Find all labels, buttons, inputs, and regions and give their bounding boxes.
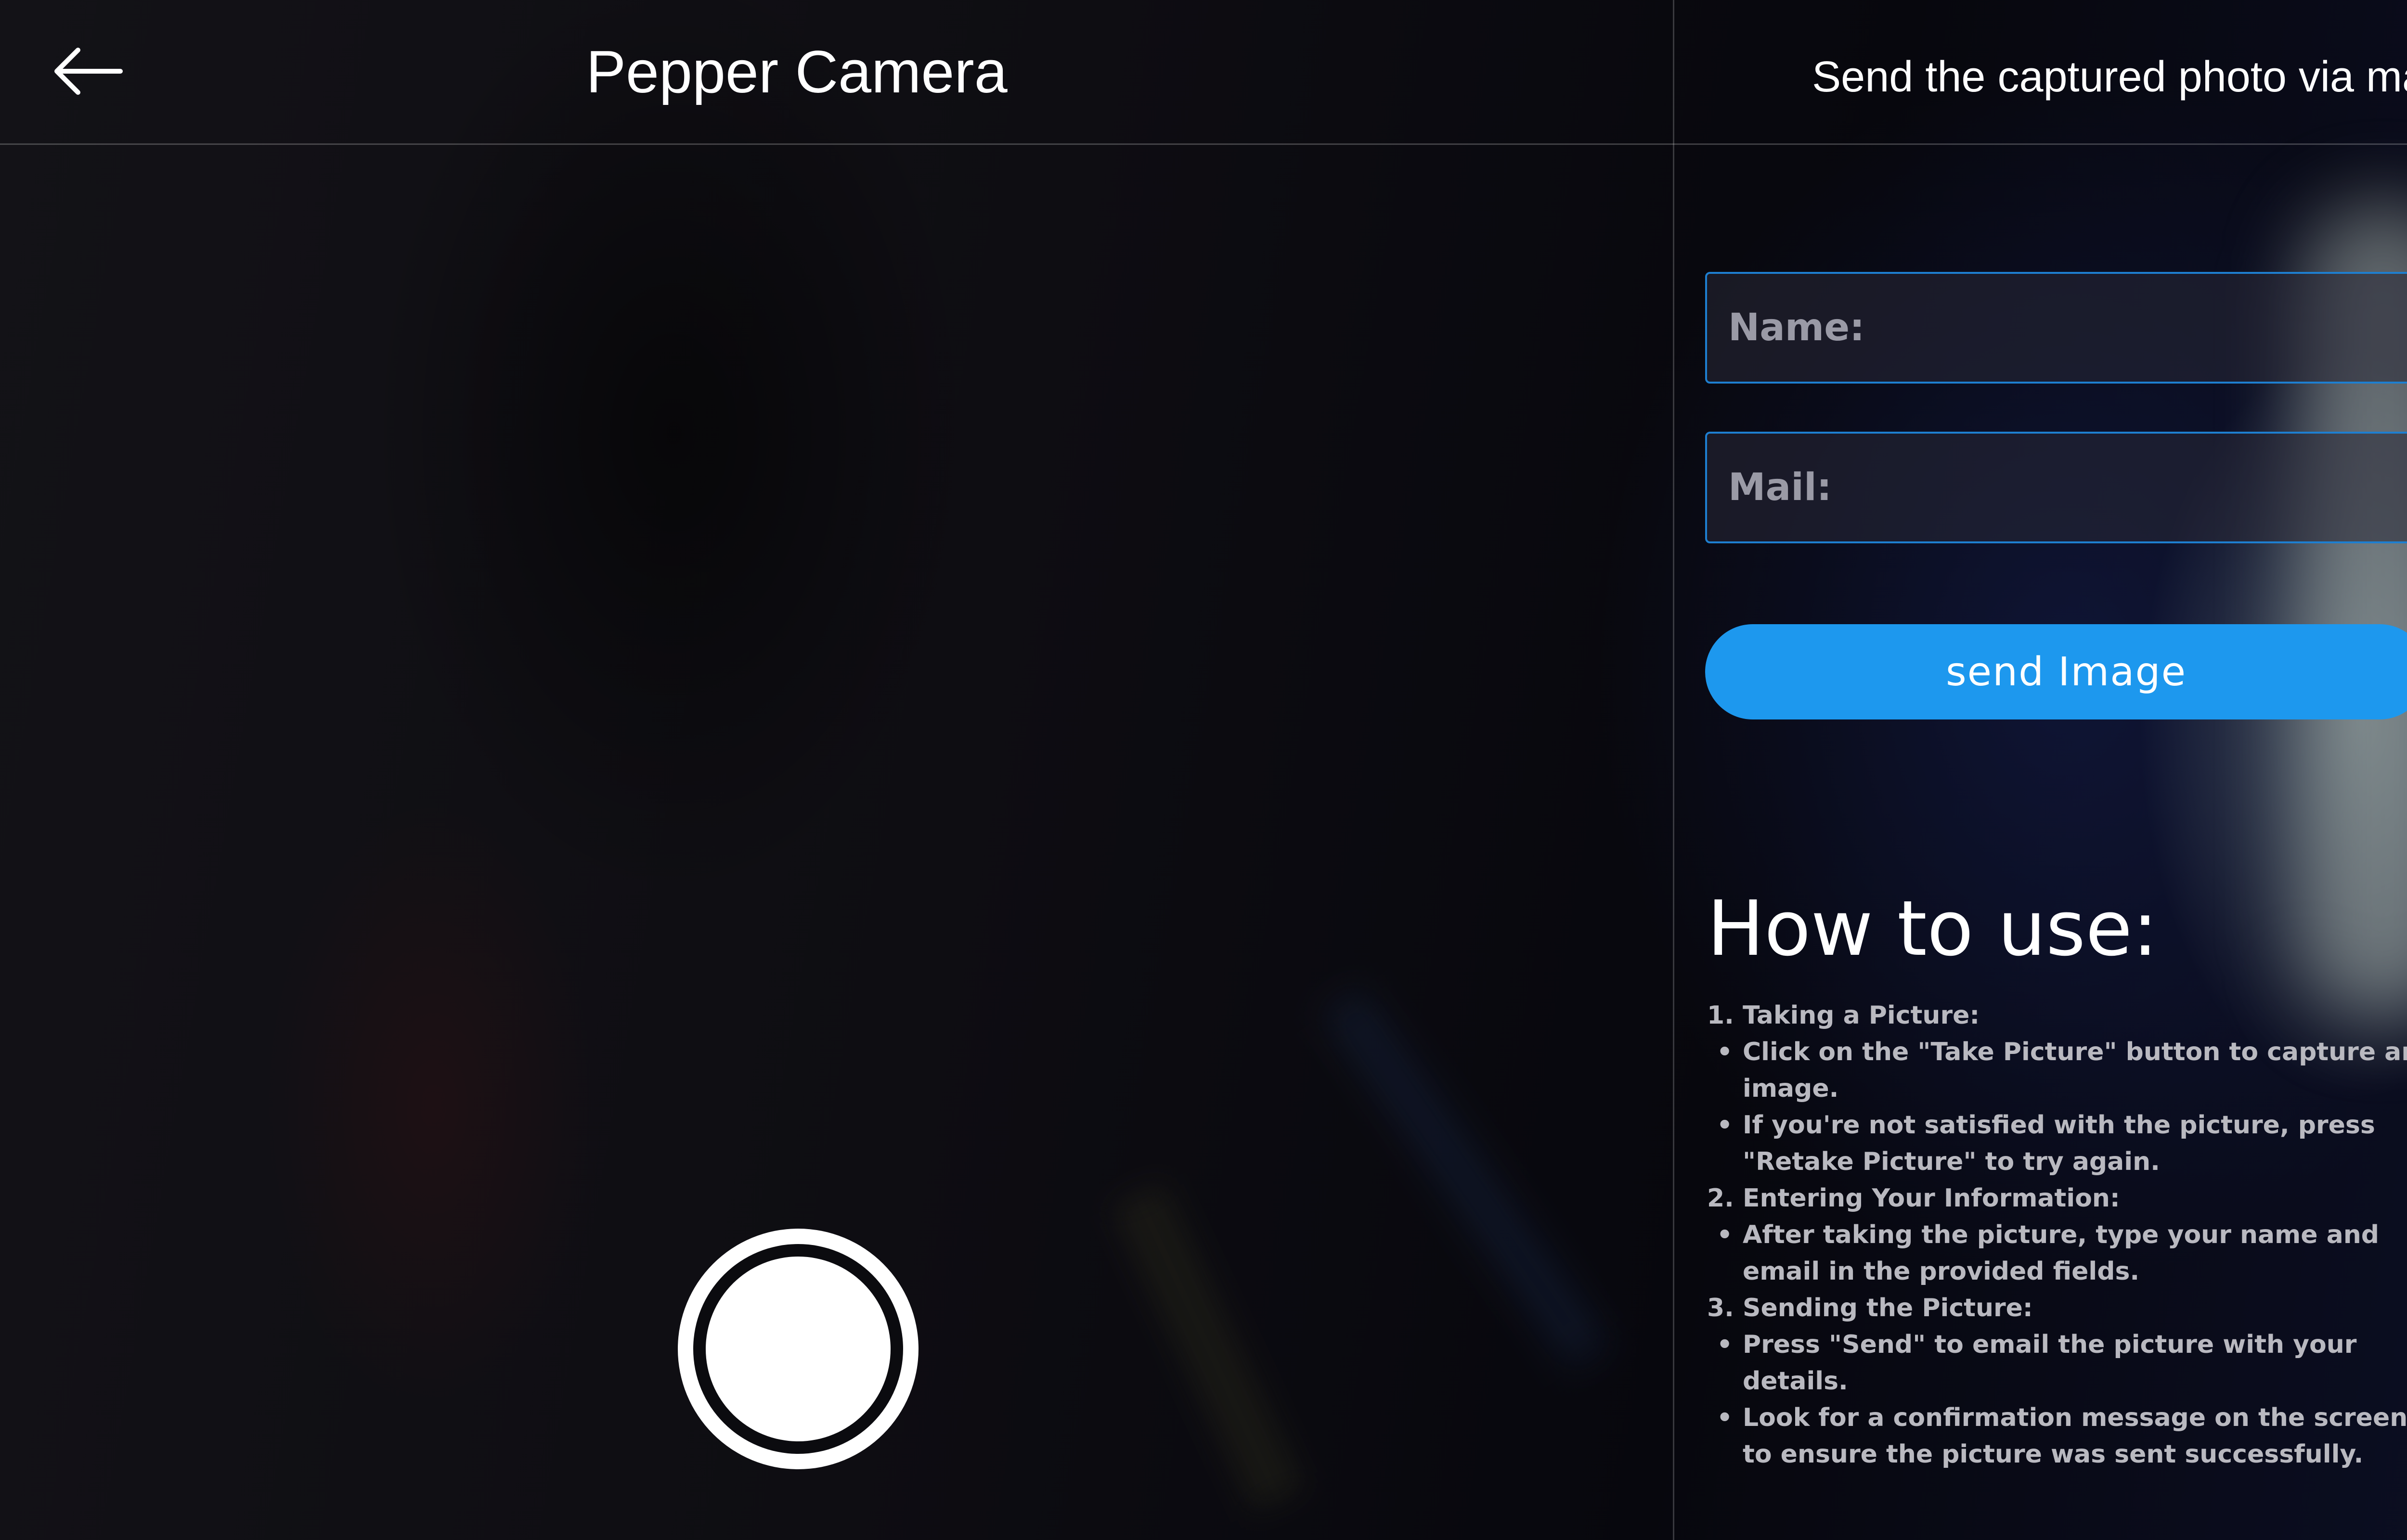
- top-bar: Pepper Camera Send the captured photo vi…: [0, 0, 2407, 145]
- app-title: Pepper Camera: [586, 39, 1008, 105]
- panel-title: Send the captured photo via mail: [1812, 53, 2407, 101]
- back-button[interactable]: [43, 38, 130, 106]
- shutter-button[interactable]: [678, 1229, 919, 1469]
- send-image-button[interactable]: send Image: [1705, 624, 2407, 719]
- step-title: Sending the Picture:: [1743, 1294, 2033, 1322]
- step-title: Entering Your Information:: [1743, 1184, 2120, 1213]
- panel-divider: [1673, 0, 1674, 1540]
- camera-app: Pepper Camera Send the captured photo vi…: [0, 0, 2407, 1540]
- step-1: 1. Taking a Picture:: [1707, 997, 2407, 1034]
- step-2-bullet-1: After taking the picture, type your name…: [1707, 1217, 2407, 1290]
- step-3: 3. Sending the Picture:: [1707, 1290, 2407, 1326]
- mail-input[interactable]: [1705, 432, 2407, 543]
- step-number: 3.: [1707, 1294, 1734, 1322]
- step-3-bullet-2: Look for a confirmation message on the s…: [1707, 1399, 2407, 1473]
- step-1-bullet-1: Click on the "Take Picture" button to ca…: [1707, 1034, 2407, 1107]
- step-number: 2.: [1707, 1184, 1734, 1213]
- background-streak: [1111, 1182, 1306, 1513]
- background-streak-blue: [1324, 989, 1608, 1369]
- step-number: 1.: [1707, 1001, 1734, 1030]
- step-title: Taking a Picture:: [1743, 1001, 1980, 1030]
- step-1-bullet-2: If you're not satisfied with the picture…: [1707, 1107, 2407, 1180]
- howto-heading: How to use:: [1707, 885, 2158, 973]
- step-3-bullet-1: Press "Send" to email the picture with y…: [1707, 1326, 2407, 1399]
- howto-instructions: 1. Taking a Picture: Click on the "Take …: [1707, 997, 2407, 1473]
- arrow-left-icon: [48, 42, 125, 103]
- shutter-button-icon: [706, 1257, 891, 1441]
- step-2: 2. Entering Your Information:: [1707, 1180, 2407, 1217]
- name-input[interactable]: [1705, 272, 2407, 384]
